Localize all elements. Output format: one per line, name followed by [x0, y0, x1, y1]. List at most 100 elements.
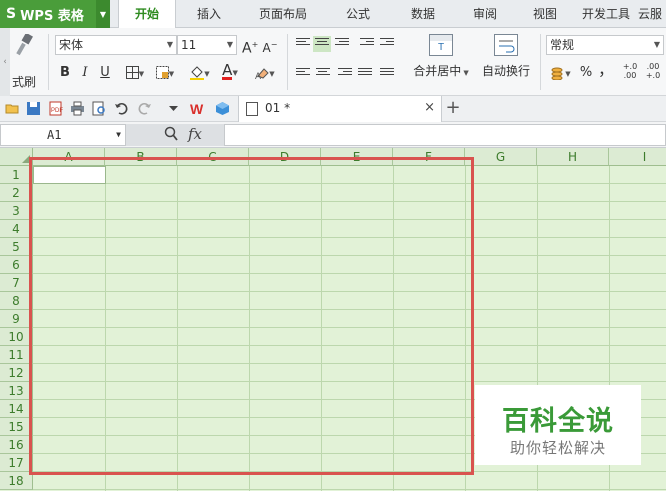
percent-button[interactable]: %	[578, 64, 594, 82]
column-header-g[interactable]: G	[465, 148, 537, 166]
spreadsheet-file-icon	[246, 102, 258, 116]
svg-text:PDF: PDF	[51, 108, 63, 114]
app-name: WPS 表格	[20, 8, 84, 24]
tab-cloud[interactable]: 云服	[638, 0, 666, 28]
app-menu-button[interactable]: S WPS 表格 ▼	[0, 0, 110, 28]
tab-view[interactable]: 视图	[516, 0, 574, 28]
decrease-decimal-button[interactable]: .00 +.0	[643, 62, 663, 84]
column-header-h[interactable]: H	[537, 148, 609, 166]
cell-reference: A1	[47, 128, 62, 142]
paint-bucket-icon	[190, 66, 205, 80]
open-folder-icon[interactable]	[5, 101, 20, 116]
underline-button[interactable]: U	[98, 64, 112, 82]
distributed-icon[interactable]	[380, 68, 394, 80]
font-size-value: 11	[181, 38, 197, 52]
print-icon[interactable]	[70, 101, 85, 116]
formula-bar: A1 ▼ fx	[0, 122, 666, 148]
tab-data[interactable]: 数据	[392, 0, 454, 28]
format-painter-button[interactable]: 式刷	[12, 32, 40, 92]
decrease-indent-icon[interactable]	[360, 38, 374, 50]
chevron-down-icon[interactable]: ▼	[96, 0, 110, 28]
format-painter-label: 式刷	[12, 75, 37, 89]
tab-formulas[interactable]: 公式	[324, 0, 392, 28]
align-top-icon[interactable]	[296, 38, 310, 50]
merge-center-label: 合并居中	[413, 64, 462, 78]
undo-icon[interactable]	[114, 101, 129, 116]
name-box[interactable]: A1 ▼	[0, 124, 126, 146]
font-color-icon: A	[222, 61, 233, 80]
tab-insert[interactable]: 插入	[176, 0, 242, 28]
font-name-select[interactable]: 宋体 ▼	[55, 35, 177, 55]
svg-text:A: A	[255, 71, 261, 80]
bold-button[interactable]: B	[58, 64, 72, 82]
wrap-text-icon	[494, 34, 518, 56]
search-icon[interactable]	[164, 126, 178, 146]
number-format-value: 常规	[550, 38, 575, 52]
column-header-i[interactable]: I	[609, 148, 666, 166]
wps-w-icon[interactable]: W	[190, 101, 205, 116]
watermark-title: 百科全说	[502, 406, 614, 437]
increase-indent-icon[interactable]	[380, 38, 394, 50]
eraser-icon: A	[255, 67, 270, 81]
quick-access-bar: PDF W 01 * × +	[0, 96, 666, 122]
document-tab-name: 01 *	[265, 101, 291, 115]
merge-center-button[interactable]: T 合并居中 ▼	[410, 34, 472, 79]
selection-highlight-box	[29, 157, 474, 475]
divider	[48, 34, 49, 90]
save-icon[interactable]	[26, 101, 41, 116]
svg-text:W: W	[190, 101, 204, 116]
grow-font-button[interactable]: A+	[242, 36, 258, 57]
menu-bar: S WPS 表格 ▼ 开始 插入 页面布局 公式 数据 审阅 视图 开发工具 云…	[0, 0, 666, 29]
wrap-text-label: 自动换行	[481, 64, 530, 78]
wrap-text-button[interactable]: 自动换行	[478, 34, 534, 79]
chevron-down-icon: ▼	[653, 40, 660, 49]
increase-decimal-button[interactable]: +.0 .00	[620, 62, 640, 84]
export-pdf-icon[interactable]: PDF	[48, 101, 63, 116]
tab-developer[interactable]: 开发工具	[574, 0, 638, 28]
function-tools: fx	[126, 124, 224, 146]
currency-button[interactable]: ▼	[548, 64, 574, 82]
chevron-down-icon: ▼	[166, 40, 173, 49]
align-left-icon[interactable]	[296, 68, 310, 80]
align-right-icon[interactable]	[338, 68, 352, 80]
tab-review[interactable]: 审阅	[454, 0, 516, 28]
watermark-badge: 百科全说 助你轻松解决	[475, 385, 641, 465]
align-bottom-icon[interactable]	[335, 38, 349, 50]
insert-function-button[interactable]: fx	[188, 125, 202, 143]
print-preview-icon[interactable]	[92, 101, 107, 116]
tab-home[interactable]: 开始	[118, 0, 176, 29]
merge-cells-icon: T	[429, 34, 453, 56]
shrink-font-button[interactable]: A−	[262, 36, 278, 55]
font-size-select[interactable]: 11 ▼	[177, 35, 237, 55]
tab-page-layout[interactable]: 页面布局	[242, 0, 324, 28]
justify-icon[interactable]	[358, 68, 372, 80]
ribbon-toolbar: ‹ 式刷 宋体 ▼ 11 ▼ A+ A− B I U ▼ ▼ ▼ A▼ A▼	[0, 28, 666, 96]
new-tab-button[interactable]: +	[444, 96, 462, 120]
chevron-down-icon[interactable]	[166, 101, 181, 116]
cell-style-icon	[155, 66, 169, 79]
document-tab[interactable]: 01 * ×	[238, 96, 442, 122]
grow-font-icon: A	[242, 40, 252, 57]
svg-text:T: T	[438, 42, 444, 53]
italic-button[interactable]: I	[78, 64, 92, 82]
comma-button[interactable]: ，	[598, 61, 614, 79]
cloud-cube-icon[interactable]	[215, 101, 230, 116]
borders-button[interactable]: ▼	[122, 64, 148, 82]
number-format-select[interactable]: 常规 ▼	[546, 35, 664, 55]
divider	[287, 34, 288, 90]
formula-input[interactable]	[224, 124, 666, 146]
ribbon-scroll-left-icon[interactable]: ‹	[0, 28, 10, 96]
coins-icon	[551, 67, 563, 80]
shrink-font-icon: A	[262, 41, 271, 55]
borders-icon	[125, 66, 139, 79]
clear-format-button[interactable]: A ▼	[252, 64, 278, 82]
align-middle-icon[interactable]	[313, 36, 331, 52]
align-center-icon[interactable]	[316, 68, 330, 80]
cell-style-button[interactable]: ▼	[152, 64, 178, 82]
font-color-button[interactable]: A▼	[217, 63, 243, 81]
redo-icon[interactable]	[137, 101, 152, 116]
fill-color-button[interactable]: ▼	[187, 64, 213, 82]
divider	[540, 34, 541, 90]
close-icon[interactable]: ×	[424, 96, 435, 120]
row-gridline	[33, 489, 666, 490]
